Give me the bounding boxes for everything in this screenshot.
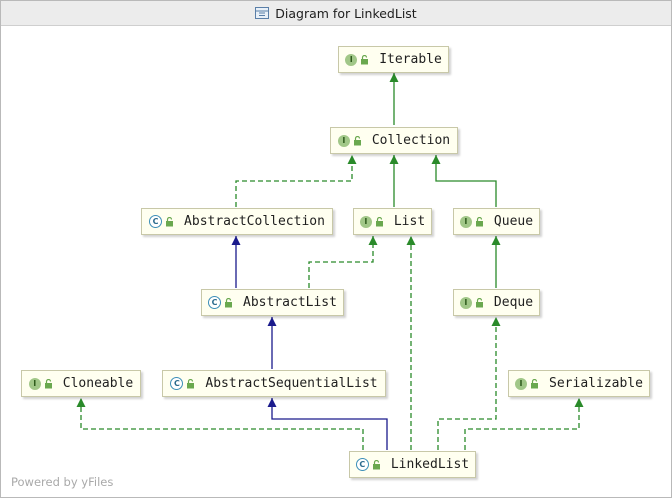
diagram-icon — [255, 7, 270, 19]
edge-abstractlist-list — [308, 236, 378, 288]
interface-icon: I — [459, 215, 472, 228]
lock-icon — [166, 216, 174, 226]
lock-icon — [475, 216, 483, 226]
interface-icon: I — [515, 377, 528, 390]
node-label: AbstractSequentialList — [205, 376, 378, 391]
lock-icon — [372, 459, 380, 469]
lock-icon — [475, 297, 483, 307]
interface-icon: I — [359, 215, 372, 228]
node-abstractlist[interactable]: C AbstractList — [201, 289, 344, 316]
lock-icon — [353, 135, 361, 145]
lock-icon — [225, 297, 233, 307]
node-iterable[interactable]: I Iterable — [338, 46, 449, 73]
node-label: Iterable — [379, 52, 442, 67]
node-list[interactable]: I List — [353, 208, 432, 235]
class-icon: C — [149, 215, 163, 228]
node-collection[interactable]: I Collection — [330, 127, 458, 154]
edge-abstractcollection-collection — [235, 155, 357, 207]
node-serializable[interactable]: I Serializable — [508, 370, 650, 397]
window-title: Diagram for LinkedList — [275, 5, 417, 21]
lock-icon — [187, 378, 195, 388]
node-label: LinkedList — [390, 457, 470, 472]
node-label: Deque — [493, 295, 534, 310]
interface-icon: I — [337, 134, 350, 147]
edge-linkedlist-serializable — [464, 398, 584, 450]
lock-icon — [375, 216, 383, 226]
interface-icon: I — [345, 53, 358, 66]
lock-icon — [531, 378, 539, 388]
node-label: Cloneable — [62, 376, 134, 391]
node-label: Serializable — [549, 376, 643, 391]
edges-layer — [76, 73, 584, 450]
node-label: Queue — [493, 214, 534, 229]
node-linkedlist[interactable]: C LinkedList — [349, 451, 476, 478]
class-icon: C — [355, 458, 369, 471]
interface-icon: I — [459, 296, 472, 309]
watermark: Powered by yFiles — [11, 475, 114, 489]
edge-queue-collection — [431, 155, 497, 207]
edge-linkedlist-deque — [437, 317, 501, 450]
node-queue[interactable]: I Queue — [453, 208, 540, 235]
node-label: AbstractList — [243, 295, 337, 310]
diagram-canvas[interactable]: I Iterable I Collection C AbstractCollec… — [1, 26, 671, 497]
node-label: Collection — [371, 133, 451, 148]
window-titlebar: Diagram for LinkedList — [1, 1, 671, 26]
lock-icon — [361, 54, 369, 64]
interface-icon: I — [28, 377, 41, 390]
node-deque[interactable]: I Deque — [453, 289, 540, 316]
edge-linkedlist-cloneable — [76, 398, 364, 450]
lock-icon — [44, 378, 52, 388]
node-label: AbstractCollection — [184, 214, 325, 229]
node-cloneable[interactable]: I Cloneable — [21, 370, 141, 397]
edge-linkedlist-abstractsequentiallist — [267, 398, 388, 450]
class-icon: C — [208, 296, 222, 309]
diagram-window: Diagram for LinkedList I Iterable I Coll… — [0, 0, 672, 498]
node-abstractsequentiallist[interactable]: C AbstractSequentialList — [162, 370, 386, 397]
node-abstractcollection[interactable]: C AbstractCollection — [141, 208, 333, 235]
class-icon: C — [170, 377, 184, 390]
node-label: List — [393, 214, 426, 229]
